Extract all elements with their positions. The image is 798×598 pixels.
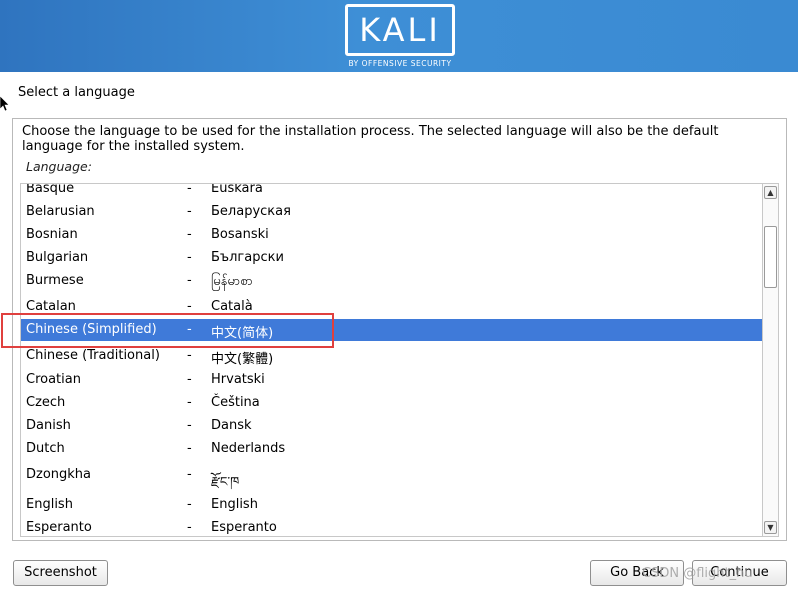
separator: - (187, 227, 192, 242)
language-name: Burmese (26, 273, 84, 288)
language-item[interactable]: Croatian - Hrvatski (21, 369, 762, 391)
separator: - (187, 299, 192, 314)
language-name: Bulgarian (26, 250, 89, 265)
language-native-name: Български (211, 250, 284, 265)
language-name: Belarusian (26, 204, 95, 219)
language-item[interactable]: Dutch - Nederlands (21, 438, 762, 460)
separator: - (187, 183, 192, 196)
language-native-name: Čeština (211, 395, 260, 410)
language-name: Dutch (26, 441, 65, 456)
language-name: Danish (26, 418, 71, 433)
scrollbar-thumb[interactable] (764, 226, 777, 288)
language-native-name: Nederlands (211, 441, 286, 456)
watermark: CSDN @flight_hu (642, 566, 753, 581)
separator: - (187, 348, 192, 363)
separator: - (187, 372, 192, 387)
language-item[interactable]: Catalan - Català (21, 296, 762, 318)
separator: - (187, 250, 192, 265)
language-native-name: Беларуская (211, 204, 291, 219)
language-item[interactable]: Danish - Dansk (21, 415, 762, 437)
separator: - (187, 441, 192, 456)
page-title: Select a language (18, 85, 135, 100)
language-native-name: Bosanski (211, 227, 269, 242)
language-name: Croatian (26, 372, 81, 387)
language-native-name: Euskara (211, 183, 263, 196)
language-item[interactable]: Bulgarian - Български (21, 247, 762, 269)
language-name: Chinese (Traditional) (26, 348, 160, 363)
language-native-name: English (211, 497, 258, 512)
language-name: Esperanto (26, 520, 92, 535)
separator: - (187, 395, 192, 410)
screenshot-button[interactable]: Screenshot (13, 560, 108, 586)
language-item[interactable]: Esperanto - Esperanto (21, 517, 762, 536)
separator: - (187, 273, 192, 288)
language-native-name: Esperanto (211, 520, 277, 535)
kali-banner: KALI BY OFFENSIVE SECURITY (0, 0, 798, 72)
separator: - (187, 204, 192, 219)
language-name: Bosnian (26, 227, 78, 242)
kali-logo-subtext: BY OFFENSIVE SECURITY (348, 59, 452, 68)
language-item[interactable]: English - English (21, 494, 762, 516)
language-name: English (26, 497, 73, 512)
language-native-name: Hrvatski (211, 372, 265, 387)
language-item[interactable]: Dzongkha - རྫོང་ཁ (21, 464, 762, 490)
separator: - (187, 322, 192, 337)
language-list[interactable]: Basque - Euskara Belarusian - Беларуская Bosni… (20, 183, 762, 537)
separator: - (187, 418, 192, 433)
kali-logo: KALI (345, 4, 455, 56)
language-name: Basque (26, 183, 75, 196)
language-item[interactable]: Bosnian - Bosanski (21, 224, 762, 246)
language-item[interactable]: Burmese - မြန်မာစာ (21, 270, 762, 292)
page-description: Choose the language to be used for the i… (22, 124, 719, 154)
language-list-label: Language: (26, 159, 92, 174)
language-list-scrollbar[interactable]: ▲ ▼ (762, 183, 779, 537)
language-native-name: 中文(简体) (211, 326, 274, 341)
mouse-cursor-icon (0, 96, 10, 112)
language-item[interactable]: Chinese (Traditional) - 中文(繁體) (21, 345, 762, 367)
language-name: Chinese (Simplified) (26, 322, 157, 337)
language-native-name: မြန်မာစာ (211, 274, 253, 289)
arrow-up-icon[interactable]: ▲ (764, 186, 777, 199)
arrow-down-icon[interactable]: ▼ (764, 521, 777, 534)
language-native-name: Dansk (211, 418, 252, 433)
language-name: Catalan (26, 299, 76, 314)
separator: - (187, 467, 192, 482)
language-native-name: 中文(繁體) (211, 352, 274, 367)
language-item-selected[interactable]: Chinese (Simplified) - 中文(简体) (21, 319, 762, 341)
language-item[interactable]: Basque - Euskara (21, 183, 762, 200)
language-name: Czech (26, 395, 66, 410)
language-name: Dzongkha (26, 467, 92, 482)
language-native-name: Català (211, 299, 253, 314)
language-item[interactable]: Czech - Čeština (21, 392, 762, 414)
separator: - (187, 520, 192, 535)
language-item[interactable]: Belarusian - Беларуская (21, 201, 762, 223)
separator: - (187, 497, 192, 512)
